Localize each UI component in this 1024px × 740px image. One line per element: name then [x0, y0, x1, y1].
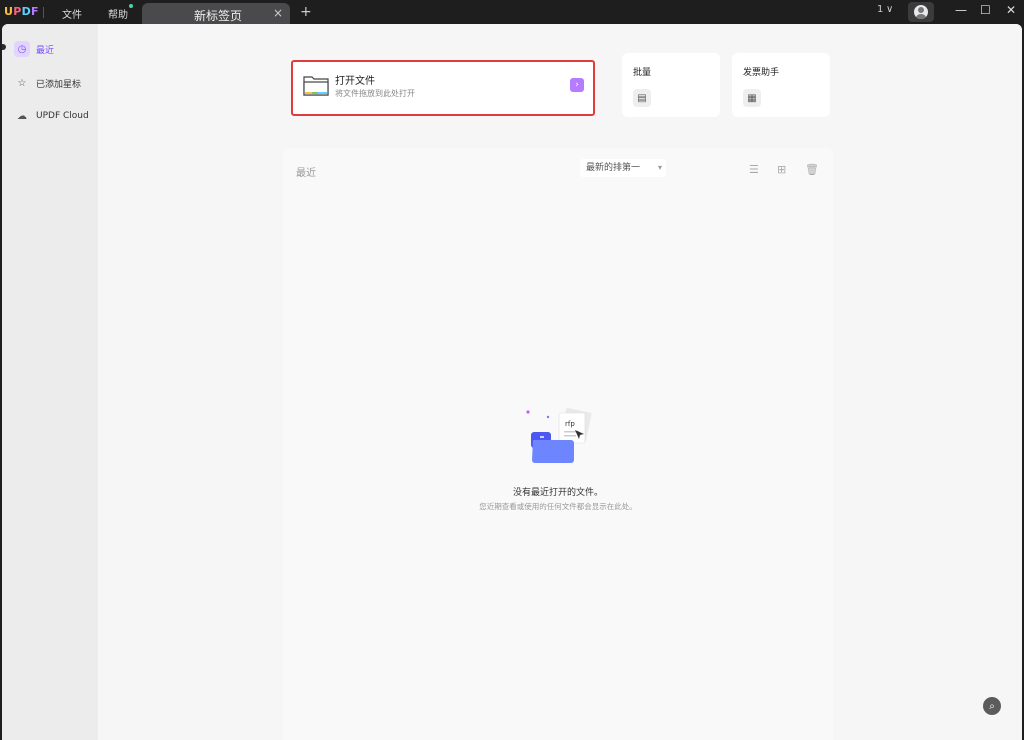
menu-help[interactable]: 帮助: [108, 6, 128, 21]
minimize-button[interactable]: —: [955, 3, 967, 17]
chevron-down-icon: ▾: [657, 163, 662, 172]
sidebar-item-label: UPDF Cloud: [36, 111, 89, 121]
sidebar: ◷ 最近 ☆ 已添加星标 ☁ UPDF Cloud: [2, 24, 98, 740]
grid-view-icon[interactable]: ⊞: [777, 163, 786, 176]
open-file-card[interactable]: 打开文件 将文件拖放到此处打开 ›: [291, 60, 595, 116]
batch-title: 批量: [633, 68, 652, 78]
tab-new[interactable]: 新标签页 ×: [142, 3, 290, 24]
invoice-title: 发票助手: [743, 68, 780, 78]
maximize-button[interactable]: ☐: [980, 3, 991, 17]
clock-icon: ◷: [14, 41, 30, 57]
sidebar-item-recent[interactable]: ◷ 最近: [14, 38, 54, 60]
divider: [43, 7, 44, 18]
list-view-icon[interactable]: ☰: [749, 163, 759, 176]
menu-file[interactable]: 文件: [62, 6, 82, 21]
open-file-subtitle: 将文件拖放到此处打开: [335, 89, 415, 98]
chevron-down-icon[interactable]: ∨: [886, 4, 893, 15]
sidebar-item-label: 已添加星标: [36, 79, 82, 90]
sort-value: 最新的排第一: [586, 163, 641, 173]
empty-state-subtitle: 您近期查看或使用的任何文件都会显示在此处。: [479, 502, 637, 511]
empty-state-title: 没有最近打开的文件。: [512, 488, 603, 498]
app-frame: ◷ 最近 ☆ 已添加星标 ☁ UPDF Cloud 打开文件 将文件拖放到此处打…: [2, 24, 1022, 740]
batch-icon: ▤: [633, 89, 651, 107]
close-window-button[interactable]: ✕: [1006, 3, 1016, 17]
batch-card[interactable]: 批量 ▤: [622, 53, 720, 117]
folder-icon: [303, 76, 329, 96]
title-bar: UPDF 文件 帮助 新标签页 × + 1 ∨ — ☐ ✕: [0, 0, 1024, 24]
new-tab-button[interactable]: +: [300, 4, 312, 20]
cloud-icon: ☁: [17, 110, 27, 122]
empty-state-illustration: rfp: [526, 407, 592, 463]
app-logo[interactable]: UPDF: [4, 5, 39, 18]
invoice-assistant-card[interactable]: 发票助手 ▦: [732, 53, 830, 117]
account-count[interactable]: 1: [877, 4, 883, 15]
arrow-right-icon[interactable]: ›: [570, 78, 584, 92]
main-content: 打开文件 将文件拖放到此处打开 › 批量 ▤ 发票助手 ▦ 最近 最新的排第一 …: [98, 24, 1022, 740]
sort-dropdown[interactable]: 最新的排第一 ▾: [580, 159, 666, 177]
svg-text:rfp: rfp: [565, 420, 575, 428]
avatar-button[interactable]: [908, 2, 934, 22]
search-icon[interactable]: ⌕: [983, 697, 1001, 715]
sidebar-item-cloud[interactable]: ☁ UPDF Cloud: [14, 105, 89, 127]
sidebar-item-starred[interactable]: ☆ 已添加星标: [14, 72, 82, 94]
sidebar-item-label: 最近: [36, 45, 55, 56]
recent-files-panel: 最近 最新的排第一 ▾ ☰ ⊞ 🗑 rfp 没有最近打开的文件。 您近期查看或使…: [283, 148, 833, 740]
tab-title: 新标签页: [194, 9, 243, 23]
star-icon: ☆: [17, 77, 27, 89]
notification-dot: [129, 4, 133, 8]
tab-close-icon[interactable]: ×: [273, 6, 283, 20]
sidebar-handle[interactable]: [2, 44, 6, 50]
trash-icon[interactable]: 🗑: [805, 163, 819, 176]
open-file-title: 打开文件: [335, 76, 375, 87]
invoice-icon: ▦: [743, 89, 761, 107]
avatar: [914, 5, 928, 19]
recent-heading: 最近: [296, 168, 316, 179]
